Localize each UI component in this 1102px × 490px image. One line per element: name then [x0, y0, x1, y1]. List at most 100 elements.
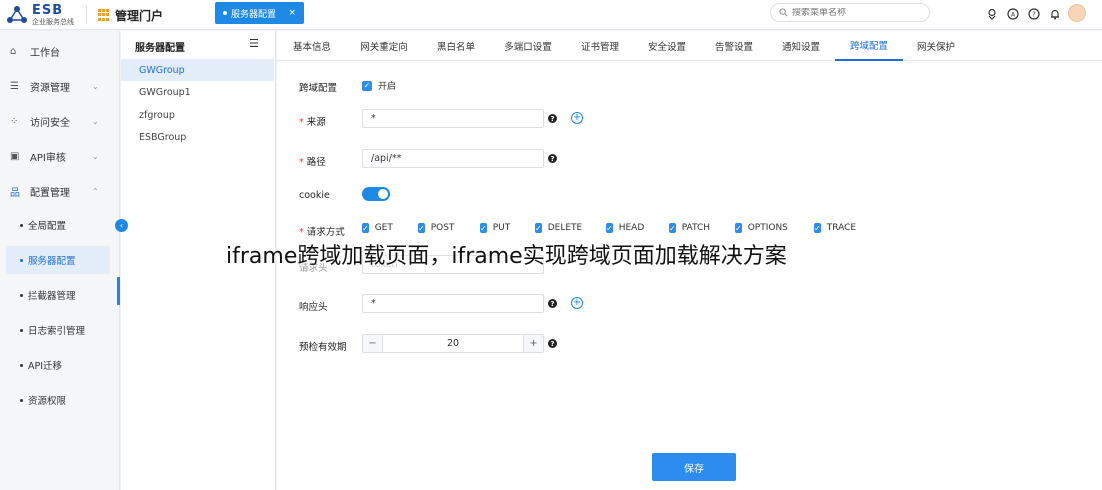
- chevron-up-icon: ⌃: [92, 186, 99, 196]
- preflight-label: 预检有效期: [299, 342, 347, 353]
- origin-label-text: 来源: [306, 117, 326, 128]
- check-icon: ✓: [606, 223, 613, 233]
- cors-enable-checkbox[interactable]: ✓ 开启: [362, 79, 396, 92]
- esb-logo-icon: [7, 6, 27, 23]
- help-icon[interactable]: ?: [548, 339, 557, 348]
- method-label: HEAD: [618, 223, 645, 233]
- sidebar-item-label: API审核: [30, 152, 66, 164]
- check-icon: ✓: [669, 223, 676, 233]
- esb-logo[interactable]: ESB 企业服务总线: [6, 3, 84, 27]
- open-tab-server-config[interactable]: 服务器配置 ×: [215, 2, 304, 24]
- plus-icon[interactable]: +: [523, 335, 543, 352]
- sidebar-item-resource[interactable]: ☰ 资源管理 ⌄: [0, 73, 120, 99]
- server-icon: ☰: [10, 80, 19, 92]
- sidebar-sub-label: 服务器配置: [28, 256, 76, 267]
- tab-notification[interactable]: 通知设置: [772, 31, 830, 61]
- header-divider: [86, 6, 87, 24]
- sidebar-sub-interceptor[interactable]: 拦截器管理: [6, 281, 110, 309]
- sidebar-sub-api-migration[interactable]: API迁移: [6, 351, 110, 379]
- bullet-icon: [20, 363, 23, 367]
- group-item-esbgroup[interactable]: ESBGroup: [121, 126, 274, 148]
- audit-icon: ▣: [10, 150, 20, 162]
- header-actions: A ?: [985, 7, 1061, 20]
- tab-security[interactable]: 安全设置: [638, 31, 696, 61]
- sidebar-item-api-audit[interactable]: ▣ API审核 ⌄: [0, 143, 120, 169]
- tab-gateway-protection[interactable]: 网关保护: [907, 31, 965, 61]
- preflight-value[interactable]: 20: [383, 338, 523, 349]
- check-icon: ✓: [480, 223, 487, 233]
- path-label-text: 路径: [306, 157, 326, 168]
- minus-icon[interactable]: −: [363, 335, 383, 352]
- tab-alert[interactable]: 告警设置: [705, 31, 763, 61]
- sidebar-sub-global-config[interactable]: 全局配置: [6, 211, 110, 239]
- response-header-input[interactable]: *: [362, 294, 544, 313]
- collapse-sidebar-icon[interactable]: ‹: [115, 219, 128, 232]
- tab-multi-port[interactable]: 多端口设置: [497, 31, 559, 61]
- save-button[interactable]: 保存: [652, 453, 736, 481]
- required-mark: *: [299, 157, 304, 168]
- bullet-icon: [20, 398, 23, 402]
- tab-cors[interactable]: 跨域配置: [835, 31, 903, 61]
- sidebar-sub-log-index[interactable]: 日志索引管理: [6, 316, 110, 344]
- sidebar-sub-server-config[interactable]: 服务器配置: [6, 246, 110, 274]
- origin-input[interactable]: *: [362, 109, 544, 128]
- help-icon[interactable]: ?: [548, 154, 557, 163]
- home-icon: ⌂: [10, 45, 17, 57]
- menu-search[interactable]: [770, 3, 930, 22]
- bell-icon[interactable]: [1048, 7, 1061, 20]
- logo-title: ESB: [32, 3, 64, 18]
- badge-icon[interactable]: A: [1006, 7, 1019, 20]
- sidebar-sub-label: 拦截器管理: [28, 291, 76, 302]
- check-icon: ✓: [362, 80, 372, 91]
- sidebar-item-workbench[interactable]: ⌂ 工作台: [0, 38, 120, 64]
- bullet-icon: [20, 293, 23, 297]
- menu-icon[interactable]: ☰: [249, 37, 259, 50]
- chevron-down-icon: ⌄: [92, 151, 99, 161]
- portal-switcher[interactable]: 管理门户: [98, 6, 163, 24]
- check-icon: ✓: [362, 223, 369, 233]
- sidebar-sub-label: 全局配置: [28, 221, 67, 232]
- check-icon: ✓: [814, 223, 821, 233]
- config-tabs: 基本信息 网关重定向 黑白名单 多端口设置 证书管理 安全设置 告警设置 通知设…: [277, 31, 1102, 61]
- help-icon[interactable]: ?: [548, 299, 557, 308]
- group-item-zfgroup[interactable]: zfgroup: [121, 104, 274, 126]
- search-input[interactable]: [792, 7, 912, 18]
- tab-gateway-redirect[interactable]: 网关重定向: [353, 31, 415, 61]
- group-item-gwgroup1[interactable]: GWGroup1: [121, 81, 274, 103]
- sidebar: ⌂ 工作台 ☰ 资源管理 ⌄ ⁘ 访问安全 ⌄ ▣ API审核 ⌄ 品 配置管理…: [0, 31, 120, 490]
- active-indicator: [117, 277, 120, 305]
- required-mark: *: [299, 117, 304, 128]
- origin-label: * 来源: [299, 114, 326, 128]
- methods-label: * 请求方式: [299, 224, 345, 238]
- svg-text:?: ?: [1032, 10, 1036, 18]
- sidebar-item-access-security[interactable]: ⁘ 访问安全 ⌄: [0, 108, 120, 134]
- tab-certificate[interactable]: 证书管理: [571, 31, 629, 61]
- method-label: PUT: [492, 223, 511, 233]
- preflight-stepper[interactable]: − 20 +: [362, 334, 544, 353]
- method-label: TRACE: [826, 223, 857, 233]
- add-response-header-icon[interactable]: +: [571, 297, 583, 309]
- user-pin-icon[interactable]: [985, 7, 998, 20]
- help-icon[interactable]: ?: [548, 114, 557, 123]
- org-icon: 品: [10, 187, 20, 199]
- sidebar-sub-label: API迁移: [28, 361, 63, 372]
- app-grid-icon: [98, 9, 110, 21]
- group-panel-title: 服务器配置: [135, 43, 185, 54]
- sidebar-item-label: 访问安全: [30, 117, 70, 129]
- method-label: GET: [374, 223, 393, 233]
- methods-label-text: 请求方式: [306, 227, 345, 238]
- top-bar: ESB 企业服务总线 管理门户 服务器配置 × A ?: [0, 0, 1102, 30]
- sidebar-item-config-management[interactable]: 品 配置管理 ⌃: [0, 178, 120, 204]
- path-input[interactable]: /api/**: [362, 149, 544, 168]
- help-icon[interactable]: ?: [1027, 7, 1040, 20]
- cookie-toggle[interactable]: [362, 187, 390, 201]
- tab-basic-info[interactable]: 基本信息: [283, 31, 341, 61]
- avatar[interactable]: [1068, 4, 1086, 22]
- sidebar-sub-resource-permission[interactable]: 资源权限: [6, 386, 110, 414]
- tab-black-white-list[interactable]: 黑白名单: [427, 31, 485, 61]
- sidebar-item-label: 工作台: [30, 47, 60, 59]
- add-origin-icon[interactable]: +: [571, 112, 583, 124]
- chevron-down-icon: ⌄: [92, 116, 99, 126]
- close-icon[interactable]: ×: [288, 8, 296, 18]
- group-item-gwgroup[interactable]: GWGroup: [121, 59, 274, 81]
